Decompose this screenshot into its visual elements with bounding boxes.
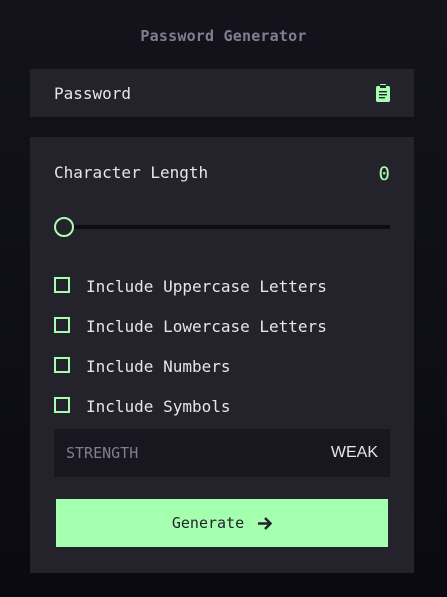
character-length-label: Character Length [54, 163, 209, 182]
lowercase-label: Include Lowercase Letters [86, 317, 327, 336]
generate-button[interactable]: Generate [56, 499, 388, 547]
character-length-slider[interactable] [54, 217, 390, 237]
symbols-label: Include Symbols [86, 397, 231, 416]
clipboard-icon[interactable] [376, 84, 390, 102]
option-symbols[interactable]: Include Symbols [54, 396, 231, 416]
symbols-checkbox[interactable] [54, 396, 70, 413]
strength-label: STRENGTH [66, 444, 139, 462]
lowercase-checkbox[interactable] [54, 316, 70, 333]
generate-label: Generate [171, 514, 245, 532]
option-lowercase[interactable]: Include Lowercase Letters [54, 316, 327, 336]
slider-thumb[interactable] [54, 217, 74, 237]
strength-meter: STRENGTH WEAK [54, 429, 390, 477]
uppercase-label: Include Uppercase Letters [86, 277, 327, 296]
option-numbers[interactable]: Include Numbers [54, 356, 231, 376]
password-output: Password [30, 69, 414, 117]
app-title: Password Generator [140, 27, 307, 45]
character-length-value: 0 [378, 163, 390, 185]
strength-value: WEAK [330, 444, 378, 461]
numbers-label: Include Numbers [86, 357, 231, 376]
generator-panel: Character Length 0 Include Uppercase Let… [30, 137, 414, 573]
slider-track [54, 225, 390, 229]
arrow-right-icon [258, 516, 273, 530]
password-placeholder: Password [54, 83, 132, 103]
uppercase-checkbox[interactable] [54, 276, 70, 293]
option-uppercase[interactable]: Include Uppercase Letters [54, 276, 327, 296]
numbers-checkbox[interactable] [54, 356, 70, 373]
